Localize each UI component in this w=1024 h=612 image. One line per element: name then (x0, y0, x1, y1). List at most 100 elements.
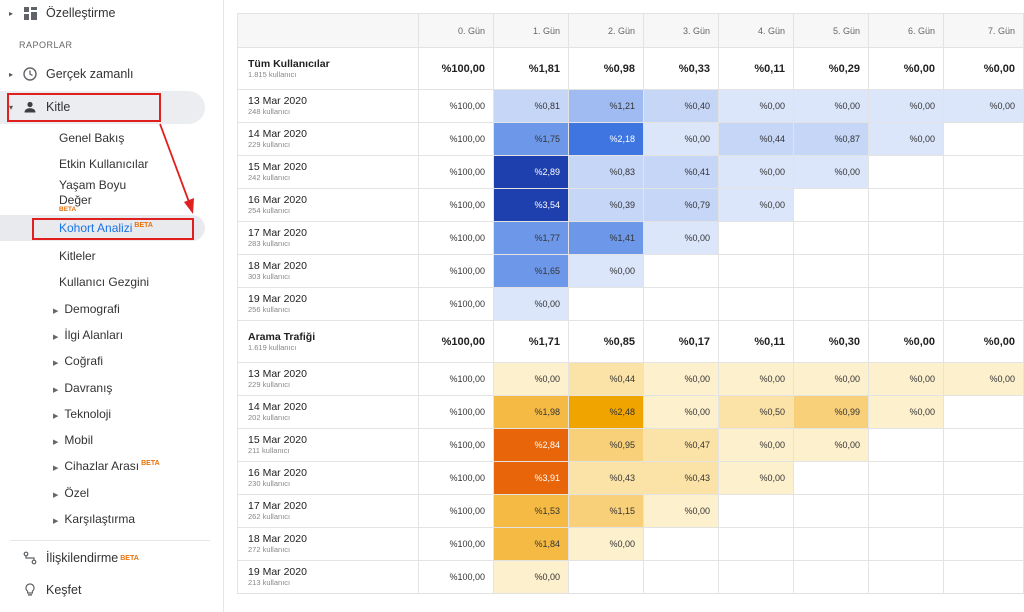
retention-cell[interactable]: %0,00 (718, 428, 794, 462)
retention-cell[interactable]: %1,84 (493, 527, 569, 561)
retention-cell (868, 560, 944, 594)
sidebar-item-realtime[interactable]: ▸ Gerçek zamanlı (0, 61, 210, 87)
sidebar-item-benchmarking[interactable]: ▶ Karşılaştırma (53, 512, 135, 526)
retention-cell[interactable]: %100,00 (418, 155, 494, 189)
retention-cell[interactable]: %0,00 (718, 155, 794, 189)
retention-cell[interactable]: %0,00 (868, 362, 944, 396)
retention-cell[interactable]: %100,00 (418, 254, 494, 288)
retention-cell[interactable]: %0,87 (793, 122, 869, 156)
retention-cell[interactable]: %100,00 (418, 188, 494, 222)
sidebar-item-attribution[interactable]: İlişkilendirme BETA (0, 545, 210, 571)
retention-cell[interactable]: %0,39 (568, 188, 644, 222)
retention-cell[interactable]: %0,00 (643, 122, 719, 156)
retention-cell[interactable]: %0,43 (643, 461, 719, 495)
retention-cell[interactable]: %0,00 (793, 428, 869, 462)
day-column-header[interactable]: 0. Gün (418, 13, 494, 48)
retention-cell[interactable]: %1,41 (568, 221, 644, 255)
retention-cell[interactable]: %0,95 (568, 428, 644, 462)
retention-cell[interactable]: %0,81 (493, 89, 569, 123)
day-column-header[interactable]: 1. Gün (493, 13, 569, 48)
sidebar-item-active-users[interactable]: Etkin Kullanıcılar (59, 157, 148, 171)
retention-cell[interactable]: %100,00 (418, 560, 494, 594)
day-column-header[interactable]: 5. Gün (793, 13, 869, 48)
sidebar-item-behavior[interactable]: ▶ Davranış (53, 381, 112, 395)
retention-cell[interactable]: %0,00 (568, 254, 644, 288)
retention-cell[interactable]: %0,00 (868, 122, 944, 156)
retention-cell (943, 560, 1024, 594)
sidebar-item-audiences[interactable]: Kitleler (59, 249, 96, 263)
retention-cell[interactable]: %100,00 (418, 122, 494, 156)
retention-cell[interactable]: %2,84 (493, 428, 569, 462)
sidebar-item-interests[interactable]: ▶ İlgi Alanları (53, 328, 123, 342)
sidebar-item-lifetime-value-line1[interactable]: Yaşam Boyu (59, 178, 126, 192)
day-column-header[interactable]: 4. Gün (718, 13, 794, 48)
retention-cell[interactable]: %0,00 (718, 362, 794, 396)
retention-cell[interactable]: %100,00 (418, 428, 494, 462)
retention-cell[interactable]: %100,00 (418, 362, 494, 396)
retention-cell[interactable]: %0,40 (643, 89, 719, 123)
sidebar-item-demographics[interactable]: ▶ Demografi (53, 302, 120, 316)
retention-cell[interactable]: %0,00 (793, 155, 869, 189)
retention-cell[interactable]: %3,54 (493, 188, 569, 222)
retention-cell[interactable]: %0,00 (868, 395, 944, 429)
retention-cell[interactable]: %100,00 (418, 494, 494, 528)
retention-cell[interactable]: %1,21 (568, 89, 644, 123)
sidebar-item-user-explorer[interactable]: Kullanıcı Gezgini (59, 275, 149, 289)
sidebar-item-cross-device[interactable]: ▶ Cihazlar Arası BETA (53, 459, 160, 473)
retention-cell[interactable]: %0,00 (643, 494, 719, 528)
retention-cell[interactable]: %0,00 (793, 362, 869, 396)
retention-cell[interactable]: %0,99 (793, 395, 869, 429)
retention-cell[interactable]: %100,00 (418, 395, 494, 429)
retention-cell[interactable]: %0,00 (643, 395, 719, 429)
retention-cell[interactable]: %2,18 (568, 122, 644, 156)
sidebar-item-mobile[interactable]: ▶ Mobil (53, 433, 93, 447)
retention-cell[interactable]: %2,48 (568, 395, 644, 429)
retention-cell[interactable]: %100,00 (418, 287, 494, 321)
sidebar-item-overview[interactable]: Genel Bakış (59, 131, 124, 145)
retention-cell[interactable]: %0,43 (568, 461, 644, 495)
sidebar-item-customization[interactable]: ▸ Özelleştirme (0, 0, 210, 26)
retention-cell[interactable]: %1,77 (493, 221, 569, 255)
retention-cell[interactable]: %0,00 (718, 89, 794, 123)
retention-cell[interactable]: %100,00 (418, 89, 494, 123)
retention-cell[interactable]: %1,65 (493, 254, 569, 288)
retention-cell[interactable]: %0,47 (643, 428, 719, 462)
retention-cell[interactable]: %0,00 (793, 89, 869, 123)
retention-cell[interactable]: %0,00 (568, 527, 644, 561)
retention-cell[interactable]: %0,00 (718, 188, 794, 222)
sidebar-item-technology[interactable]: ▶ Teknoloji (53, 407, 111, 421)
retention-cell[interactable]: %0,00 (943, 89, 1024, 123)
retention-cell[interactable]: %0,50 (718, 395, 794, 429)
retention-cell[interactable]: %0,00 (943, 362, 1024, 396)
retention-cell[interactable]: %0,83 (568, 155, 644, 189)
day-column-header[interactable]: 6. Gün (868, 13, 944, 48)
retention-cell[interactable]: %100,00 (418, 527, 494, 561)
retention-cell[interactable]: %0,00 (643, 221, 719, 255)
retention-cell[interactable]: %1,98 (493, 395, 569, 429)
retention-cell[interactable]: %0,79 (643, 188, 719, 222)
retention-cell[interactable]: %0,00 (493, 560, 569, 594)
retention-cell[interactable]: %0,44 (568, 362, 644, 396)
sidebar-item-lifetime-value-line2[interactable]: Değer (59, 193, 92, 207)
day-column-header[interactable]: 3. Gün (643, 13, 719, 48)
retention-cell (868, 287, 944, 321)
retention-cell[interactable]: %0,00 (493, 287, 569, 321)
sidebar-item-custom[interactable]: ▶ Özel (53, 486, 89, 500)
retention-cell[interactable]: %0,00 (493, 362, 569, 396)
retention-cell[interactable]: %1,53 (493, 494, 569, 528)
retention-cell[interactable]: %0,44 (718, 122, 794, 156)
retention-cell[interactable]: %2,89 (493, 155, 569, 189)
day-column-header[interactable]: 7. Gün (943, 13, 1024, 48)
sidebar-item-geo[interactable]: ▶ Coğrafi (53, 354, 103, 368)
retention-cell[interactable]: %0,00 (718, 461, 794, 495)
retention-cell[interactable]: %0,00 (643, 362, 719, 396)
retention-cell[interactable]: %0,00 (868, 89, 944, 123)
retention-cell[interactable]: %1,75 (493, 122, 569, 156)
retention-cell[interactable]: %100,00 (418, 461, 494, 495)
retention-cell[interactable]: %100,00 (418, 221, 494, 255)
retention-cell[interactable]: %0,41 (643, 155, 719, 189)
sidebar-item-discover[interactable]: Keşfet (0, 577, 210, 603)
day-column-header[interactable]: 2. Gün (568, 13, 644, 48)
retention-cell[interactable]: %1,15 (568, 494, 644, 528)
retention-cell[interactable]: %3,91 (493, 461, 569, 495)
